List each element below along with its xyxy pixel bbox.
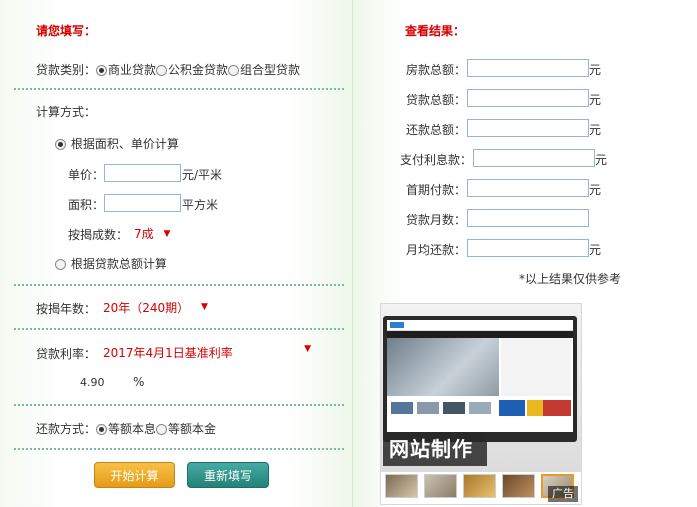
- repay-equal-principal-label[interactable]: 等额本金: [168, 422, 216, 436]
- mortgage-ratio-value[interactable]: 7成: [134, 227, 154, 241]
- result-unit: 元: [589, 123, 602, 137]
- calculate-button[interactable]: 开始计算: [94, 462, 175, 488]
- result-heading: 查看结果：: [405, 24, 466, 38]
- years-value[interactable]: 20年（240期）: [103, 301, 189, 315]
- result-label-down-payment: 首期付款：: [406, 183, 467, 197]
- ad-thumbnail[interactable]: [424, 474, 457, 498]
- loan-type-combo-radio[interactable]: [228, 65, 240, 76]
- result-label-interest: 支付利息款：: [400, 153, 473, 167]
- rate-label: 贷款利率：: [36, 347, 97, 361]
- divider: [14, 448, 344, 450]
- loan-type-label: 贷款类别：: [36, 63, 97, 77]
- divider: [14, 88, 344, 90]
- unit-price-label: 单价：: [68, 168, 105, 182]
- ad-thumbnail[interactable]: [502, 474, 535, 498]
- calc-by-total-row[interactable]: 根据贷款总额计算: [55, 255, 167, 272]
- loan-type-commercial-radio[interactable]: [96, 65, 108, 76]
- divider: [14, 284, 344, 286]
- form-heading: 请您填写：: [36, 24, 97, 38]
- loan-type-fund-label[interactable]: 公积金贷款: [168, 63, 228, 77]
- area-label: 面积：: [68, 198, 105, 212]
- result-monthly-payment-field[interactable]: [467, 239, 589, 257]
- loan-type-row: 贷款类别： 商业贷款 公积金贷款 组合型贷款: [36, 61, 300, 78]
- result-label-loan-total: 贷款总额：: [406, 93, 467, 107]
- result-disclaimer: *以上结果仅供参考: [519, 272, 622, 286]
- unit-price-unit: 元/平米: [182, 168, 223, 182]
- result-unit: 元: [589, 243, 602, 257]
- reset-button[interactable]: 重新填写: [187, 462, 269, 488]
- advertisement[interactable]: 网站制作 广告: [380, 303, 582, 505]
- result-unit: 元: [589, 63, 602, 77]
- dropdown-arrow-icon[interactable]: ▼: [163, 229, 170, 239]
- result-label-monthly-payment: 月均还款：: [406, 243, 467, 257]
- calc-by-total-radio[interactable]: [55, 259, 66, 270]
- calc-by-total-label[interactable]: 根据贷款总额计算: [71, 257, 167, 271]
- rate-percent-sign: %: [133, 375, 145, 389]
- calc-method-label: 计算方式：: [36, 105, 97, 119]
- ad-label: 广告: [548, 486, 578, 502]
- result-label-loan-months: 贷款月数：: [406, 213, 467, 227]
- calc-by-area-row[interactable]: 根据面积、单价计算: [55, 135, 179, 152]
- result-loan-months-field[interactable]: [467, 209, 589, 227]
- result-unit: 元: [589, 93, 602, 107]
- result-label-repay-total: 还款总额：: [406, 123, 467, 137]
- years-label: 按揭年数：: [36, 302, 97, 316]
- calc-by-area-radio[interactable]: [55, 139, 66, 150]
- result-unit: 元: [589, 183, 602, 197]
- result-unit: 元: [595, 153, 608, 167]
- divider: [14, 328, 344, 330]
- rate-select-value[interactable]: 2017年4月1日基准利率: [103, 346, 233, 360]
- repay-equal-installment-label[interactable]: 等额本息: [108, 422, 156, 436]
- loan-form-panel: 请您填写： 贷款类别： 商业贷款 公积金贷款 组合型贷款 计算方式： 根据面积、单价计…: [0, 0, 353, 507]
- result-down-payment-field[interactable]: [467, 179, 589, 197]
- area-unit: 平方米: [182, 198, 219, 212]
- ad-thumbnail[interactable]: [463, 474, 496, 498]
- rate-value-input[interactable]: [76, 373, 128, 391]
- years-select[interactable]: 20年（240期） ▼: [103, 299, 208, 316]
- repay-equal-principal-radio[interactable]: [156, 424, 168, 435]
- dropdown-arrow-icon[interactable]: ▼: [201, 302, 208, 312]
- repay-equal-installment-radio[interactable]: [96, 424, 108, 435]
- ad-banner-text[interactable]: 网站制作: [383, 432, 487, 466]
- mortgage-ratio-label: 按揭成数：: [68, 228, 129, 242]
- loan-type-combo-label[interactable]: 组合型贷款: [240, 63, 300, 77]
- dropdown-arrow-icon[interactable]: ▼: [304, 344, 311, 354]
- ad-thumbnail[interactable]: [385, 474, 418, 498]
- loan-type-fund-radio[interactable]: [156, 65, 168, 76]
- divider: [14, 404, 344, 406]
- result-total-price-field[interactable]: [467, 59, 589, 77]
- repay-method-row: 还款方式： 等额本息 等额本金: [36, 420, 216, 437]
- calc-by-area-label[interactable]: 根据面积、单价计算: [71, 137, 179, 151]
- repay-method-label: 还款方式：: [36, 422, 97, 436]
- mortgage-ratio-select[interactable]: 7成 ▼: [134, 225, 170, 242]
- result-label-total-price: 房款总额：: [406, 63, 467, 77]
- result-repay-total-field[interactable]: [467, 119, 589, 137]
- ad-monitor-image: [383, 316, 577, 442]
- loan-type-commercial-label[interactable]: 商业贷款: [108, 63, 156, 77]
- area-input[interactable]: [104, 194, 181, 212]
- result-interest-field[interactable]: [473, 149, 595, 167]
- unit-price-input[interactable]: [104, 164, 181, 182]
- rate-select[interactable]: 2017年4月1日基准利率 ▼: [103, 344, 313, 361]
- result-loan-total-field[interactable]: [467, 89, 589, 107]
